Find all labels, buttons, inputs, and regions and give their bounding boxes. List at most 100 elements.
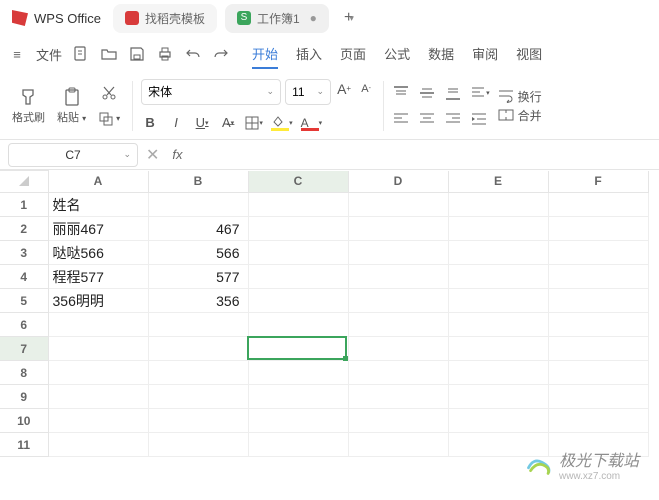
cell[interactable] — [348, 193, 448, 217]
tab-workbook[interactable]: S 工作簿1 ● — [225, 4, 329, 33]
cell[interactable]: 哒哒566 — [48, 241, 148, 265]
cell[interactable] — [148, 361, 248, 385]
border-button[interactable]: ▾ — [245, 113, 263, 133]
menu-icon[interactable]: ≡ — [8, 45, 26, 63]
undo-icon[interactable] — [184, 45, 202, 63]
cell[interactable] — [248, 265, 348, 289]
cell[interactable]: 姓名 — [48, 193, 148, 217]
cell[interactable] — [448, 217, 548, 241]
merge-cells-button[interactable]: 合并 — [498, 107, 542, 124]
strikethrough-button[interactable]: A̶ ▾ — [219, 113, 237, 133]
cell[interactable] — [548, 241, 648, 265]
cell[interactable] — [348, 313, 448, 337]
cell[interactable]: 程程577 — [48, 265, 148, 289]
cell[interactable] — [348, 217, 448, 241]
cell[interactable] — [248, 433, 348, 457]
row-header[interactable]: 5 — [0, 289, 48, 313]
valign-middle-icon[interactable] — [418, 83, 436, 103]
file-menu[interactable]: 文件 — [36, 45, 62, 64]
orientation-icon[interactable]: ▾ — [470, 83, 490, 103]
cut-icon[interactable] — [98, 83, 120, 103]
cell[interactable] — [448, 193, 548, 217]
cell[interactable] — [348, 361, 448, 385]
cell[interactable] — [448, 385, 548, 409]
row-header[interactable]: 7 — [0, 337, 48, 361]
cell[interactable] — [448, 289, 548, 313]
column-header[interactable]: E — [448, 171, 548, 193]
cell[interactable] — [348, 265, 448, 289]
row-header[interactable]: 6 — [0, 313, 48, 337]
cell[interactable] — [548, 289, 648, 313]
cell[interactable] — [148, 433, 248, 457]
redo-icon[interactable] — [212, 45, 230, 63]
tab-formula[interactable]: 公式 — [384, 40, 410, 69]
cell[interactable]: 566 — [148, 241, 248, 265]
cell[interactable] — [448, 409, 548, 433]
cell[interactable]: 467 — [148, 217, 248, 241]
row-header[interactable]: 3 — [0, 241, 48, 265]
column-header[interactable]: A — [48, 171, 148, 193]
fill-color-button[interactable]: ▾ — [271, 113, 293, 133]
cell[interactable] — [248, 337, 348, 361]
new-file-icon[interactable] — [72, 45, 90, 63]
wrap-text-button[interactable]: 换行 — [498, 88, 542, 105]
cell[interactable] — [48, 385, 148, 409]
cell[interactable] — [48, 337, 148, 361]
cell[interactable] — [48, 361, 148, 385]
cell[interactable] — [348, 337, 448, 361]
align-left-icon[interactable] — [392, 109, 410, 129]
cell[interactable] — [348, 289, 448, 313]
font-name-select[interactable]: 宋体⌄ — [141, 79, 281, 105]
cell[interactable] — [448, 241, 548, 265]
tab-insert[interactable]: 插入 — [296, 40, 322, 69]
new-tab-button[interactable]: +▾ — [337, 6, 361, 30]
cell[interactable] — [548, 265, 648, 289]
row-header[interactable]: 9 — [0, 385, 48, 409]
row-header[interactable]: 11 — [0, 433, 48, 457]
cell[interactable] — [48, 409, 148, 433]
cell[interactable] — [248, 313, 348, 337]
open-file-icon[interactable] — [100, 45, 118, 63]
tab-page[interactable]: 页面 — [340, 40, 366, 69]
cell[interactable] — [248, 385, 348, 409]
underline-button[interactable]: U ▾ — [193, 113, 211, 133]
cell[interactable] — [548, 409, 648, 433]
cell[interactable] — [548, 337, 648, 361]
column-header[interactable]: F — [548, 171, 648, 193]
select-all-corner[interactable] — [0, 171, 48, 193]
column-header[interactable]: C — [248, 171, 348, 193]
tab-review[interactable]: 审阅 — [472, 40, 498, 69]
row-header[interactable]: 4 — [0, 265, 48, 289]
save-icon[interactable] — [128, 45, 146, 63]
cell[interactable] — [248, 193, 348, 217]
cell[interactable] — [548, 361, 648, 385]
bold-button[interactable]: B — [141, 113, 159, 133]
row-header[interactable]: 2 — [0, 217, 48, 241]
paste-button[interactable]: 粘贴 ▾ — [53, 87, 90, 125]
cell[interactable] — [248, 217, 348, 241]
name-box[interactable]: C7 ⌄ — [8, 143, 138, 167]
print-icon[interactable] — [156, 45, 174, 63]
tab-view[interactable]: 视图 — [516, 40, 542, 69]
copy-icon[interactable]: ▾ — [98, 109, 120, 129]
cell[interactable] — [548, 385, 648, 409]
tab-close-icon[interactable]: ● — [310, 11, 317, 25]
cell[interactable] — [148, 193, 248, 217]
italic-button[interactable]: I — [167, 113, 185, 133]
cell[interactable] — [448, 313, 548, 337]
row-header[interactable]: 1 — [0, 193, 48, 217]
cell[interactable] — [448, 361, 548, 385]
spreadsheet-grid[interactable]: ABCDEF1姓名2丽丽4674673哒哒5665664程程5775775356… — [0, 170, 659, 457]
cell[interactable] — [348, 385, 448, 409]
formula-input[interactable] — [195, 143, 651, 167]
cell[interactable] — [448, 337, 548, 361]
cell[interactable]: 577 — [148, 265, 248, 289]
cell[interactable] — [548, 193, 648, 217]
font-size-select[interactable]: 11⌄ — [285, 79, 331, 105]
cell[interactable]: 356明明 — [48, 289, 148, 313]
cell[interactable] — [348, 409, 448, 433]
cell[interactable] — [348, 241, 448, 265]
tab-template[interactable]: 找稻壳模板 — [113, 4, 217, 33]
decrease-font-icon[interactable]: A- — [357, 79, 375, 99]
align-right-icon[interactable] — [444, 109, 462, 129]
